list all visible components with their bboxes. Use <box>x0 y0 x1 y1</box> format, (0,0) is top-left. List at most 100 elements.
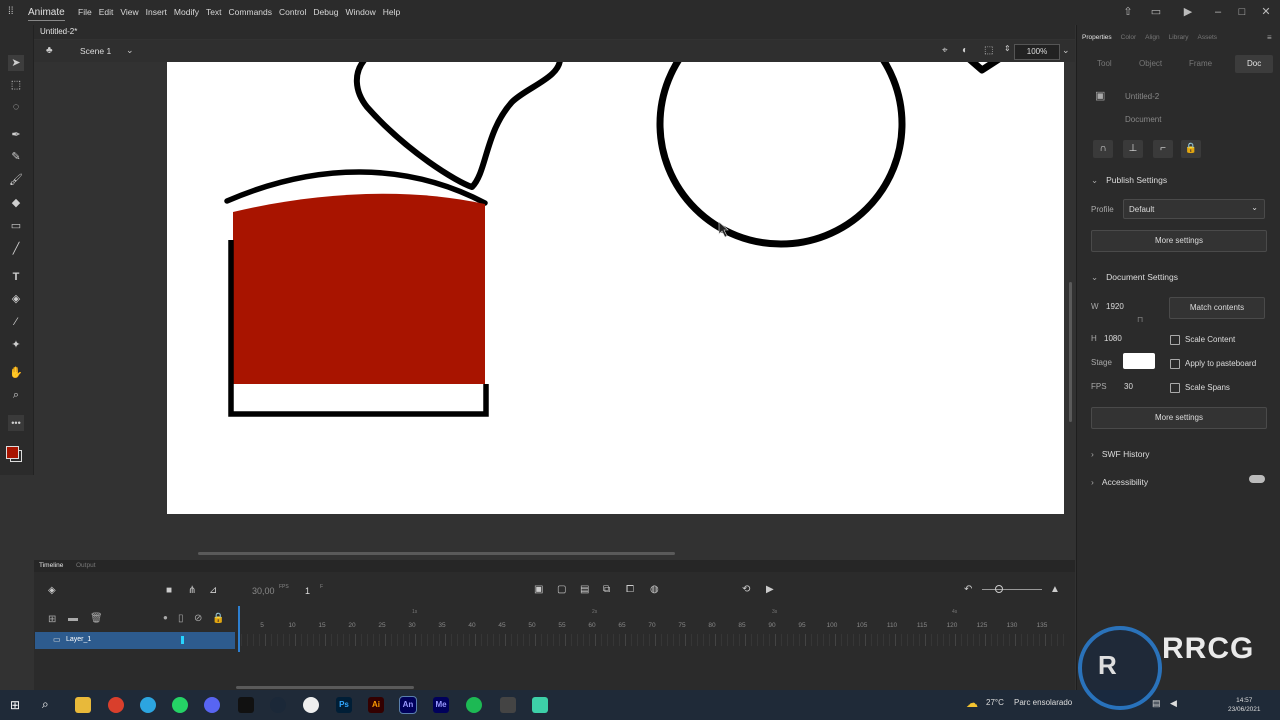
frame-cell[interactable] <box>553 634 554 646</box>
frame-cell[interactable] <box>703 634 704 646</box>
frame-cell[interactable] <box>391 634 392 646</box>
publish-settings-header[interactable]: ⌄ Publish Settings <box>1091 175 1167 186</box>
pin-tool-icon[interactable]: ✦ <box>8 337 24 353</box>
frame-cell[interactable] <box>313 634 314 646</box>
frame-cell[interactable] <box>1063 634 1064 646</box>
discord-icon[interactable] <box>204 697 220 713</box>
chrome-icon[interactable] <box>108 697 124 713</box>
frame-cell[interactable] <box>529 634 530 646</box>
frame-cell[interactable] <box>385 634 386 646</box>
eyedropper-tool-icon[interactable]: ⁄ <box>8 314 24 330</box>
menu-modify[interactable]: Modify <box>174 7 199 17</box>
clip-icon[interactable]: ⬚ <box>984 45 993 56</box>
lock-icon[interactable]: 🔒 <box>1181 140 1201 158</box>
frame-cell[interactable] <box>247 634 248 646</box>
frame-cell[interactable] <box>979 634 980 646</box>
frame-cell[interactable] <box>823 634 824 646</box>
height-field[interactable]: 1080 <box>1104 334 1122 343</box>
tab-assets[interactable]: Assets <box>1198 34 1218 41</box>
search-icon[interactable]: ⌕ <box>42 697 49 712</box>
frame-cell[interactable] <box>991 634 992 646</box>
frame-cell[interactable] <box>367 634 368 646</box>
frame-cell[interactable] <box>751 634 752 646</box>
unknown-app-icon[interactable] <box>532 697 548 713</box>
share-icon[interactable]: ⇧ <box>1122 6 1134 18</box>
frame-cell[interactable] <box>967 634 968 646</box>
frame-cell[interactable] <box>277 634 278 646</box>
frame-cell[interactable] <box>307 634 308 646</box>
frame-cell[interactable] <box>667 634 668 646</box>
frame-cell[interactable] <box>607 634 608 646</box>
menu-window[interactable]: Window <box>345 7 375 17</box>
highlight-icon[interactable]: ● <box>163 613 168 622</box>
fps-field[interactable]: 30 <box>1124 382 1133 391</box>
frame-cell[interactable] <box>265 634 266 646</box>
frame-cell[interactable] <box>781 634 782 646</box>
classic-tween-icon[interactable]: ⧠ <box>626 584 634 595</box>
link-icon[interactable]: ⊓ <box>1137 315 1143 324</box>
stage-color-swatch[interactable] <box>1123 353 1155 369</box>
subtab-doc[interactable]: Doc <box>1235 55 1274 73</box>
frame-cell[interactable] <box>541 634 542 646</box>
camera-icon[interactable]: ◐ <box>962 45 968 56</box>
fill-color-swatch[interactable] <box>6 446 19 459</box>
frame-cell[interactable] <box>565 634 566 646</box>
pen-tool-icon[interactable]: ✒ <box>8 127 24 143</box>
frame-cell[interactable] <box>361 634 362 646</box>
frame-cell[interactable] <box>439 634 440 646</box>
frame-cell[interactable] <box>1009 634 1010 646</box>
frame-cell[interactable] <box>271 634 272 646</box>
eraser-tool-icon[interactable]: ◆ <box>8 195 24 211</box>
frame-cell[interactable] <box>901 634 902 646</box>
guides-icon[interactable]: ⌐ <box>1153 140 1173 158</box>
media-encoder-icon[interactable]: Me <box>433 697 449 713</box>
menu-edit[interactable]: Edit <box>99 7 114 17</box>
frame-cell[interactable] <box>325 634 326 646</box>
frame-cell[interactable] <box>253 634 254 646</box>
frame-cell[interactable] <box>745 634 746 646</box>
camera-tool-icon[interactable]: ■ <box>166 585 172 596</box>
vertical-scrollbar[interactable] <box>1069 282 1072 422</box>
frame-cell[interactable] <box>523 634 524 646</box>
frame-cell[interactable] <box>259 634 260 646</box>
document-settings-header[interactable]: ⌄ Document Settings <box>1091 272 1178 283</box>
scale-content-checkbox[interactable] <box>1170 335 1180 345</box>
frame-cell[interactable] <box>817 634 818 646</box>
stage[interactable] <box>167 62 1064 514</box>
frame-cell[interactable] <box>421 634 422 646</box>
frame-cell[interactable] <box>499 634 500 646</box>
rectangle-tool-icon[interactable]: ▭ <box>8 218 24 234</box>
frame-cell[interactable] <box>769 634 770 646</box>
frame-cell[interactable] <box>355 634 356 646</box>
frame-cell[interactable] <box>289 634 290 646</box>
frame-cell[interactable] <box>403 634 404 646</box>
workspace-icon[interactable]: ▭ <box>1150 6 1162 18</box>
paint-brush-tool-icon[interactable]: 🖌 <box>8 172 24 188</box>
frame-cell[interactable] <box>613 634 614 646</box>
frame-cell[interactable] <box>487 634 488 646</box>
frame-cell[interactable] <box>853 634 854 646</box>
frame-cell[interactable] <box>295 634 296 646</box>
zoom-tool-icon[interactable]: ⌕ <box>8 387 24 403</box>
frame-cell[interactable] <box>505 634 506 646</box>
frame-cell[interactable] <box>475 634 476 646</box>
insert-keyframe-icon[interactable]: ▣ <box>534 584 543 595</box>
frame-cell[interactable] <box>457 634 458 646</box>
accessibility-toggle[interactable] <box>1249 475 1265 483</box>
frame-cell[interactable] <box>997 634 998 646</box>
frame-cell[interactable] <box>1015 634 1016 646</box>
animate-icon[interactable]: An <box>399 696 417 714</box>
frame-cell[interactable] <box>547 634 548 646</box>
frame-cell[interactable] <box>631 634 632 646</box>
frame-cell[interactable] <box>469 634 470 646</box>
file-explorer-icon[interactable] <box>75 697 91 713</box>
onion-skin-icon[interactable]: ◍ <box>650 584 659 595</box>
new-folder-icon[interactable]: ▬ <box>68 613 78 624</box>
frame-cell[interactable] <box>433 634 434 646</box>
frame-cell[interactable] <box>601 634 602 646</box>
brush-tool-icon[interactable]: ✎ <box>8 149 24 165</box>
frame-cell[interactable] <box>715 634 716 646</box>
tab-properties[interactable]: Properties <box>1082 34 1112 41</box>
frame-cell[interactable] <box>787 634 788 646</box>
subselection-tool-icon[interactable]: ⬚ <box>8 77 24 93</box>
